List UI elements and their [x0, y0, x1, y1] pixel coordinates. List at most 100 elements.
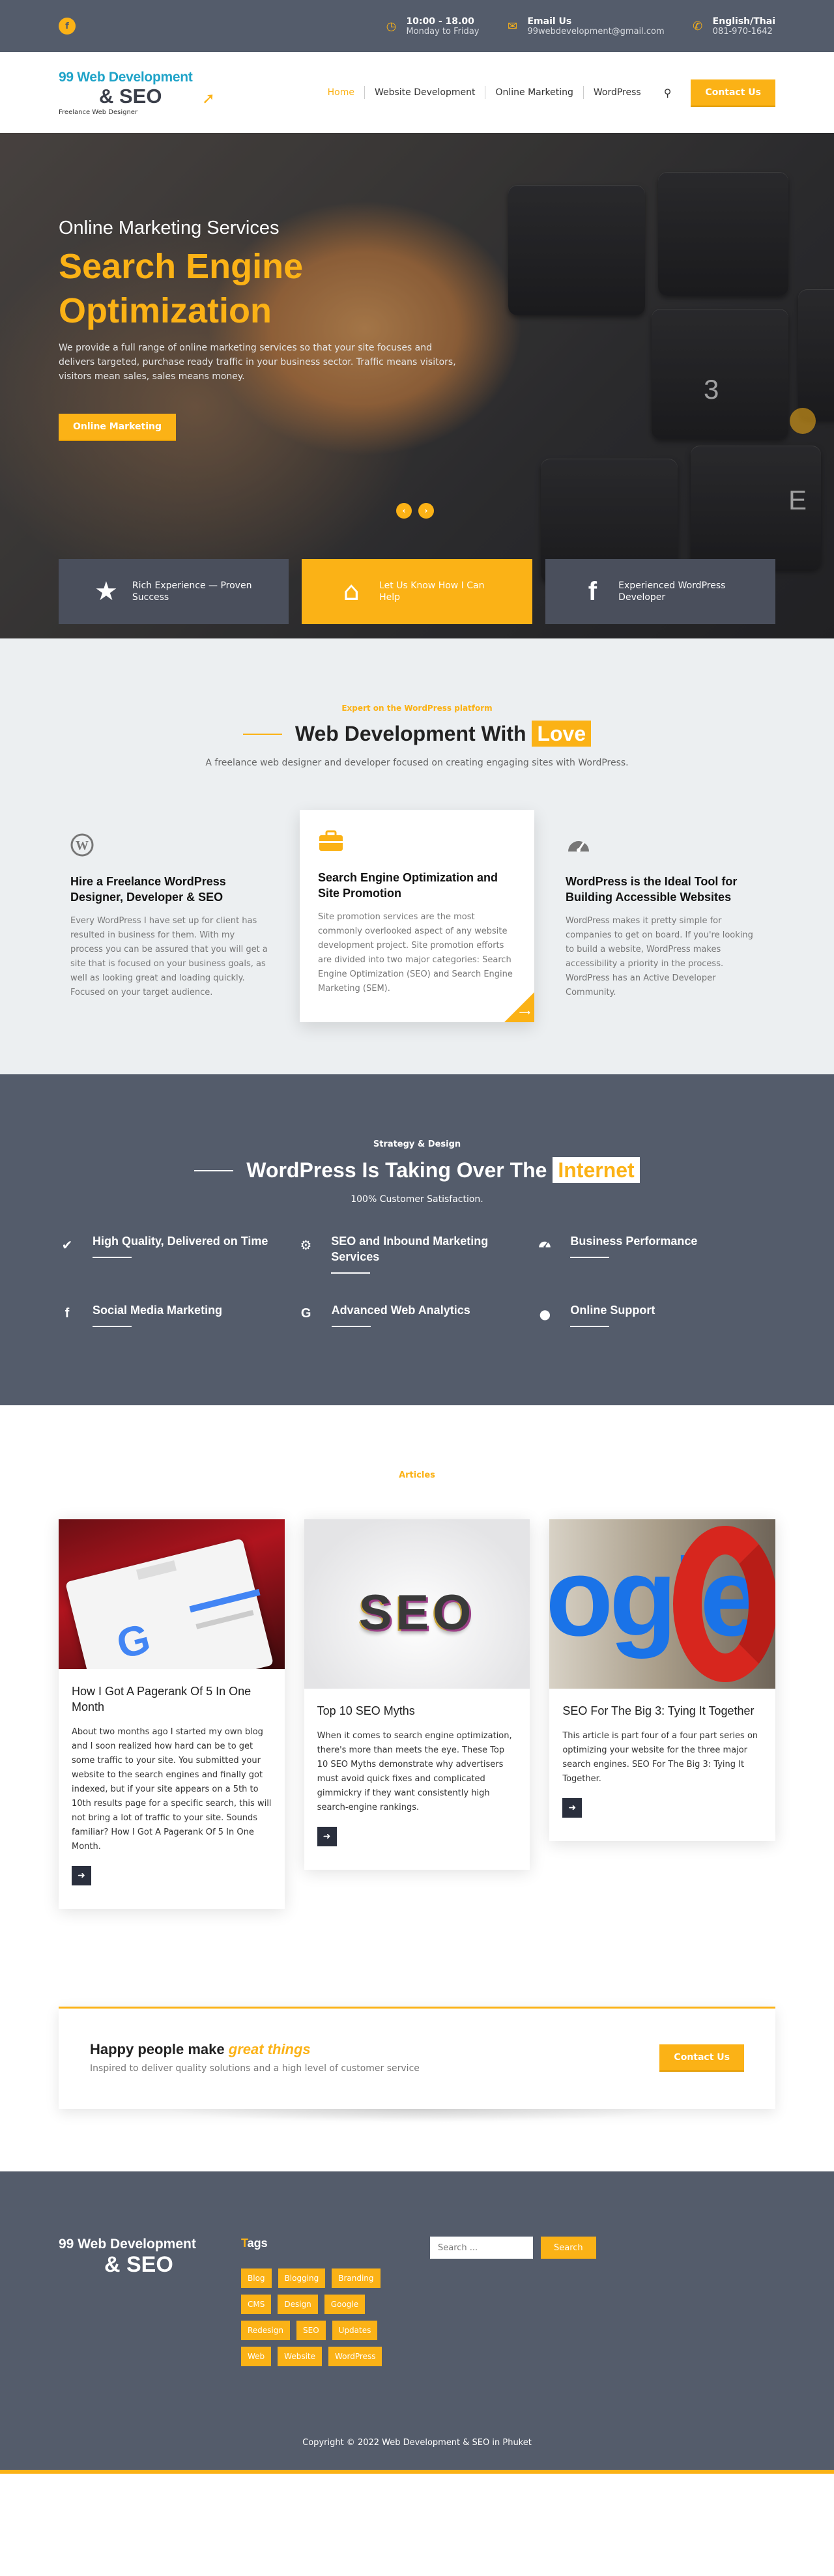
facebook-icon[interactable]: f — [59, 18, 76, 35]
post-image[interactable]: ogle — [549, 1519, 776, 1689]
email-info[interactable]: ✉ Email Us 99webdevelopment@gmail.com — [505, 16, 665, 36]
envelope-icon: ✉ — [507, 19, 518, 33]
service-card: W Hire a Freelance WordPress Designer, D… — [59, 820, 280, 1022]
footer-accent-bar — [0, 2470, 834, 2474]
tag-link[interactable]: Web — [241, 2347, 272, 2366]
tags-title: Tags — [241, 2237, 424, 2250]
card-title: Search Engine Optimization and Site Prom… — [318, 871, 498, 900]
cta-contact-button[interactable]: Contact Us — [659, 2044, 744, 2070]
feature-label: Rich Experience — Proven Success — [132, 580, 252, 603]
briefcase-icon — [318, 829, 516, 861]
title-line — [242, 733, 282, 735]
underline — [570, 1257, 610, 1258]
web-development-section: Expert on the WordPress platform Web Dev… — [0, 638, 834, 1074]
hero-kicker: Online Marketing Services — [59, 218, 280, 238]
card-text: Site promotion services are the most com… — [318, 912, 513, 994]
online-marketing-button[interactable]: Online Marketing — [59, 414, 176, 440]
site-footer: 99 Web Development & SEO Tags Blog Blogg… — [0, 2171, 834, 2474]
tag-link[interactable]: Website — [278, 2347, 323, 2366]
nav-online-marketing[interactable]: Online Marketing — [485, 86, 584, 99]
slider-next-icon[interactable]: › — [418, 503, 434, 519]
card-text: Every WordPress I have set up for client… — [70, 916, 268, 997]
post-image[interactable]: G — [59, 1519, 285, 1669]
tag-link[interactable]: Branding — [332, 2268, 381, 2288]
tag-link[interactable]: Design — [278, 2295, 318, 2314]
post-title[interactable]: How I Got A Pagerank Of 5 In One Month — [72, 1683, 272, 1715]
site-logo[interactable]: 99 Web Development & SEO ➚ Freelance Web… — [59, 70, 222, 116]
section-subtitle: A freelance web designer and developer f… — [205, 758, 629, 768]
arrow-right-icon[interactable]: ➜ — [317, 1827, 337, 1846]
cta-subtitle: Inspired to deliver quality solutions an… — [90, 2063, 420, 2074]
language-info[interactable]: ✆ English/Thai 081-970-1642 — [691, 16, 775, 36]
email-title: Email Us — [527, 16, 572, 27]
contact-button[interactable]: Contact Us — [691, 79, 775, 106]
tag-link[interactable]: WordPress — [328, 2347, 382, 2366]
email-address[interactable]: 99webdevelopment@gmail.com — [527, 27, 664, 36]
cta-title: Happy people make great things — [90, 2041, 420, 2058]
section-kicker: Strategy & Design — [373, 1139, 461, 1149]
logo-line1: 99 Web Development — [59, 2237, 196, 2252]
post-title[interactable]: Top 10 SEO Myths — [317, 1703, 517, 1719]
post-title[interactable]: SEO For The Big 3: Tying It Together — [562, 1703, 762, 1719]
service-card-highlighted: Search Engine Optimization and Site Prom… — [300, 810, 534, 1022]
hero-text: We provide a full range of online market… — [59, 343, 456, 382]
tags-title-first: T — [241, 2237, 248, 2250]
nav-website-development[interactable]: Website Development — [365, 86, 486, 99]
cta-section: Happy people make great things Inspired … — [0, 1961, 834, 2171]
feature-experience[interactable]: ★ Rich Experience — Proven Success — [59, 559, 289, 624]
feature-help[interactable]: ⌂ Let Us Know How I Can Help — [302, 559, 532, 624]
slider-prev-icon[interactable]: ‹ — [396, 503, 412, 519]
tag-link[interactable]: Redesign — [241, 2321, 290, 2340]
hours-title: 10:00 - 18.00 — [406, 16, 474, 27]
language-title[interactable]: English/Thai — [713, 16, 775, 27]
footer-logo[interactable]: 99 Web Development & SEO — [59, 2237, 241, 2366]
benefit-item: Business Performance — [536, 1233, 775, 1274]
tag-link[interactable]: SEO — [296, 2321, 326, 2340]
heading-text: Web Development With — [295, 722, 526, 745]
cta-shadow — [59, 2109, 775, 2128]
phone-icon: ✆ — [693, 19, 703, 33]
wordpress-icon: W — [70, 833, 268, 865]
underline — [331, 1272, 371, 1274]
tag-link[interactable]: Google — [324, 2295, 366, 2314]
post-list: G How I Got A Pagerank Of 5 In One Month… — [59, 1519, 776, 1909]
nav-wordpress[interactable]: WordPress — [584, 86, 651, 99]
post-excerpt: About two months ago I started my own bl… — [72, 1727, 272, 1852]
title-line — [194, 1169, 234, 1171]
logo-tagline: Freelance Web Designer — [59, 108, 138, 116]
slider-next-icon[interactable] — [790, 408, 816, 434]
dashboard-icon — [566, 833, 764, 865]
post-image[interactable]: SEO — [304, 1519, 530, 1689]
tag-list: Blog Blogging Branding CMS Design Google… — [241, 2268, 410, 2366]
arrow-right-icon[interactable]: ⟶ — [519, 1008, 530, 1017]
tag-link[interactable]: CMS — [241, 2295, 272, 2314]
card-title: Hire a Freelance WordPress Designer, Dev… — [70, 875, 226, 904]
nav-home[interactable]: Home — [318, 86, 365, 99]
tag-link[interactable]: Blogging — [278, 2268, 326, 2288]
post-card: SEO Top 10 SEO Myths When it comes to se… — [304, 1519, 530, 1870]
hero-slider: 3 E Online Marketing Services Search Eng… — [0, 133, 834, 638]
arrow-right-icon[interactable]: ➜ — [72, 1866, 91, 1885]
home-icon: ⌂ — [343, 577, 360, 607]
logo-line2: & SEO — [104, 2252, 173, 2277]
arrow-right-icon[interactable]: ➜ — [562, 1798, 582, 1818]
benefit-title: Social Media Marketing — [93, 1304, 223, 1317]
underline — [93, 1257, 132, 1258]
search-button[interactable]: Search — [541, 2237, 596, 2259]
search-input[interactable] — [430, 2237, 533, 2259]
underline — [331, 1326, 371, 1327]
search-icon[interactable]: ⚲ — [664, 87, 672, 99]
tag-link[interactable]: Blog — [241, 2268, 272, 2288]
section-subtitle: 100% Customer Satisfaction. — [351, 1194, 483, 1205]
benefit-item: ✔ High Quality, Delivered on Time — [59, 1233, 298, 1274]
card-corner[interactable] — [504, 992, 534, 1022]
hours-sub: Monday to Friday — [406, 26, 480, 36]
articles-section: Articles G How I Got A Pagerank Of 5 In … — [0, 1405, 834, 1961]
feature-wordpress[interactable]: f Experienced WordPress Developer — [545, 559, 775, 624]
phone-number[interactable]: 081-970-1642 — [713, 27, 773, 36]
tag-link[interactable]: Updates — [332, 2321, 378, 2340]
section-heading: Web Development With Love — [295, 721, 592, 747]
hero-content: Online Marketing Services Search Engine … — [59, 218, 476, 440]
benefit-item: f Social Media Marketing — [59, 1302, 298, 1327]
section-title: WordPress Is Taking Over The Internet — [59, 1157, 775, 1183]
